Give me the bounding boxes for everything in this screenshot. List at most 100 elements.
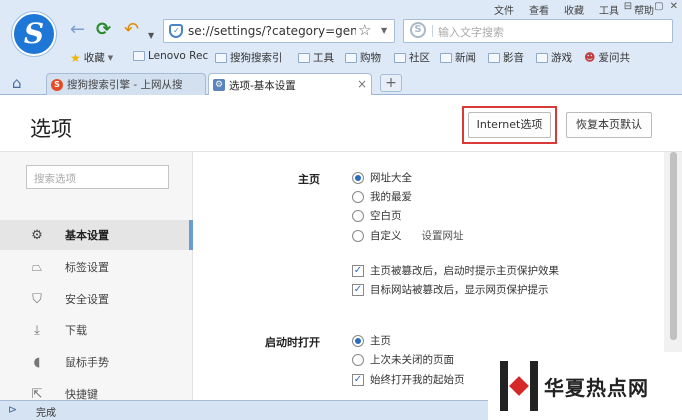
new-tab-button[interactable]: + (380, 74, 402, 92)
folder-icon (394, 52, 406, 63)
star-icon: ★ (70, 50, 81, 65)
sidebar-item-tabs[interactable]: ⏢ 标签设置 (0, 252, 193, 282)
page-title: 选项 (30, 117, 72, 141)
startup-start-page-check[interactable]: ✓ 始终打开我的起始页 (352, 372, 465, 387)
divider (432, 25, 433, 37)
bookmark-item[interactable]: 新闻 (440, 50, 476, 65)
home-icon[interactable]: ⌂ (12, 74, 22, 92)
folder-icon (298, 52, 310, 63)
back-arrow-icon[interactable]: ← (70, 20, 85, 40)
sidebar-item-mouse-gesture[interactable]: ◖ 鼠标手势 (0, 347, 193, 377)
radio-button[interactable] (352, 334, 364, 347)
bookmarks-bar: ★ 收藏 ▼ Lenovo Rec 搜狗搜索引 工具 购物 社区 新闻 影音 游戏 … (0, 47, 682, 69)
checkbox[interactable]: ✓ (352, 264, 364, 277)
minimize-icon[interactable]: — (638, 1, 648, 12)
download-icon: ⤓ (34, 322, 40, 338)
address-bar[interactable]: ✓ se://settings/?category=gen ☆ ▼ (163, 19, 395, 43)
window-controls: ⊟ — ▢ ✕ (624, 1, 678, 12)
search-engine-icon[interactable]: S (410, 22, 426, 38)
restore-defaults-button[interactable]: 恢复本页默认 (566, 112, 652, 138)
sidebar-item-security[interactable]: ⛉ 安全设置 (0, 284, 193, 314)
search-input[interactable]: 输入文字搜索 (438, 24, 504, 40)
menu-view[interactable]: 查看 (529, 2, 549, 17)
bookmark-label: 工具 (313, 52, 334, 64)
sidebar-search-input[interactable]: 搜索选项 (26, 165, 169, 189)
shield-icon: ✓ (169, 24, 183, 38)
sidebar-item-basic[interactable]: ⚙ 基本设置 (0, 220, 193, 250)
bookmark-item[interactable]: 社区 (394, 50, 430, 65)
tab-label: 选项-基本设置 (229, 79, 296, 92)
set-url-link[interactable]: 设置网址 (422, 228, 464, 243)
bookmark-item[interactable]: 游戏 (536, 50, 572, 65)
sidebar-item-label: 基本设置 (65, 229, 109, 242)
browser-chrome: S 文件 查看 收藏 工具 帮助 ⊟ — ▢ ✕ ← ⟳ ↶ ▼ ✓ se://… (0, 0, 682, 96)
close-icon[interactable]: × (357, 77, 367, 91)
bookmark-item[interactable]: 搜狗搜索引 (215, 50, 283, 65)
startup-option-home[interactable]: 主页 (352, 333, 391, 348)
homepage-protect-check[interactable]: ✓ 主页被篡改后，启动时提示主页保护效果 (352, 263, 559, 278)
bookmark-item[interactable]: 影音 (488, 50, 524, 65)
shield-icon: ⛉ (32, 291, 42, 307)
folder-icon (133, 51, 145, 61)
maximize-icon[interactable]: ▢ (654, 1, 663, 12)
search-box[interactable]: S 输入文字搜索 (403, 19, 673, 43)
scrollbar-thumb[interactable] (670, 152, 677, 340)
startup-option-last-session[interactable]: 上次未关闭的页面 (352, 352, 454, 367)
radio-button[interactable] (352, 229, 364, 242)
internet-options-button[interactable]: Internet选项 (468, 112, 551, 138)
folder-icon (488, 52, 500, 63)
homepage-option-favorites[interactable]: 我的最爱 (352, 189, 412, 204)
bookmark-item[interactable]: Lenovo Rec (133, 50, 208, 62)
tab-strip: ⌂ S 搜狗搜索引擎 - 上网从搜 ⚙ 选项-基本设置 × + (0, 70, 682, 96)
close-window-icon[interactable]: ✕ (670, 1, 678, 12)
menu-file[interactable]: 文件 (494, 2, 514, 17)
sidebar-item-label: 安全设置 (65, 293, 109, 306)
refresh-icon[interactable]: ⟳ (96, 20, 111, 40)
tab-options[interactable]: ⚙ 选项-基本设置 × (208, 73, 372, 96)
homepage-option-blank[interactable]: 空白页 (352, 208, 402, 223)
checkbox[interactable]: ✓ (352, 283, 364, 296)
radio-button[interactable] (352, 190, 364, 203)
status-text: 完成 (36, 408, 56, 419)
bookmark-item[interactable]: 购物 (345, 50, 381, 65)
sidebar-item-label: 鼠标手势 (65, 356, 109, 369)
undo-icon[interactable]: ↶ (124, 20, 139, 40)
tab-icon: ⏢ (31, 259, 43, 275)
watermark-logo (500, 361, 538, 411)
option-label: 我的最爱 (370, 191, 412, 203)
address-input[interactable]: se://settings/?category=gen (188, 24, 356, 38)
sidebar: 搜索选项 ⚙ 基本设置 ⏢ 标签设置 ⛉ 安全设置 ⤓ 下载 ◖ 鼠标手势 ⇱ … (0, 152, 193, 402)
chevron-down-icon[interactable]: ▼ (148, 26, 154, 46)
tab-sogou-search[interactable]: S 搜狗搜索引擎 - 上网从搜 (46, 73, 206, 95)
checkbox[interactable]: ✓ (352, 373, 364, 386)
bookmark-label: 影音 (503, 52, 524, 64)
favorites-label: 收藏 (83, 52, 105, 64)
radio-button[interactable] (352, 209, 364, 222)
bookmark-label: 爱问共 (598, 52, 630, 64)
homepage-option-custom[interactable]: 自定义 设置网址 (352, 228, 464, 243)
option-label: 主页被篡改后，启动时提示主页保护效果 (370, 265, 559, 277)
star-icon[interactable]: ☆ (358, 21, 371, 39)
favorites-button[interactable]: ★ 收藏 ▼ (70, 50, 113, 65)
homepage-option-nav[interactable]: 网址大全 (352, 170, 412, 185)
sidebar-toggle-icon[interactable]: ⊳ (8, 403, 17, 416)
option-label: 目标网站被篡改后，显示网页保护提示 (370, 284, 549, 296)
mouse-icon: ◖ (33, 354, 41, 370)
radio-button[interactable] (352, 353, 364, 366)
startup-section-label: 启动时打开 (265, 336, 320, 349)
menu-favorites[interactable]: 收藏 (564, 2, 584, 17)
radio-button[interactable] (352, 171, 364, 184)
watermark: 华夏热点网 (488, 352, 682, 420)
watermark-text: 华夏热点网 (544, 375, 649, 400)
menu-tools[interactable]: 工具 (599, 2, 619, 17)
user-icon: ☻ (584, 51, 596, 64)
bookmark-label: 搜狗搜索引 (230, 52, 283, 64)
sidebar-item-label: 标签设置 (65, 261, 109, 274)
site-protect-check[interactable]: ✓ 目标网站被篡改后，显示网页保护提示 (352, 282, 549, 297)
sidebar-item-download[interactable]: ⤓ 下载 (0, 315, 193, 345)
tab-label: 搜狗搜索引擎 - 上网从搜 (67, 79, 183, 91)
chevron-down-icon[interactable]: ▼ (381, 26, 387, 35)
bookmark-item[interactable]: ☻ 爱问共 (584, 50, 630, 65)
bookmark-item[interactable]: 工具 (298, 50, 334, 65)
skin-icon[interactable]: ⊟ (624, 1, 632, 12)
